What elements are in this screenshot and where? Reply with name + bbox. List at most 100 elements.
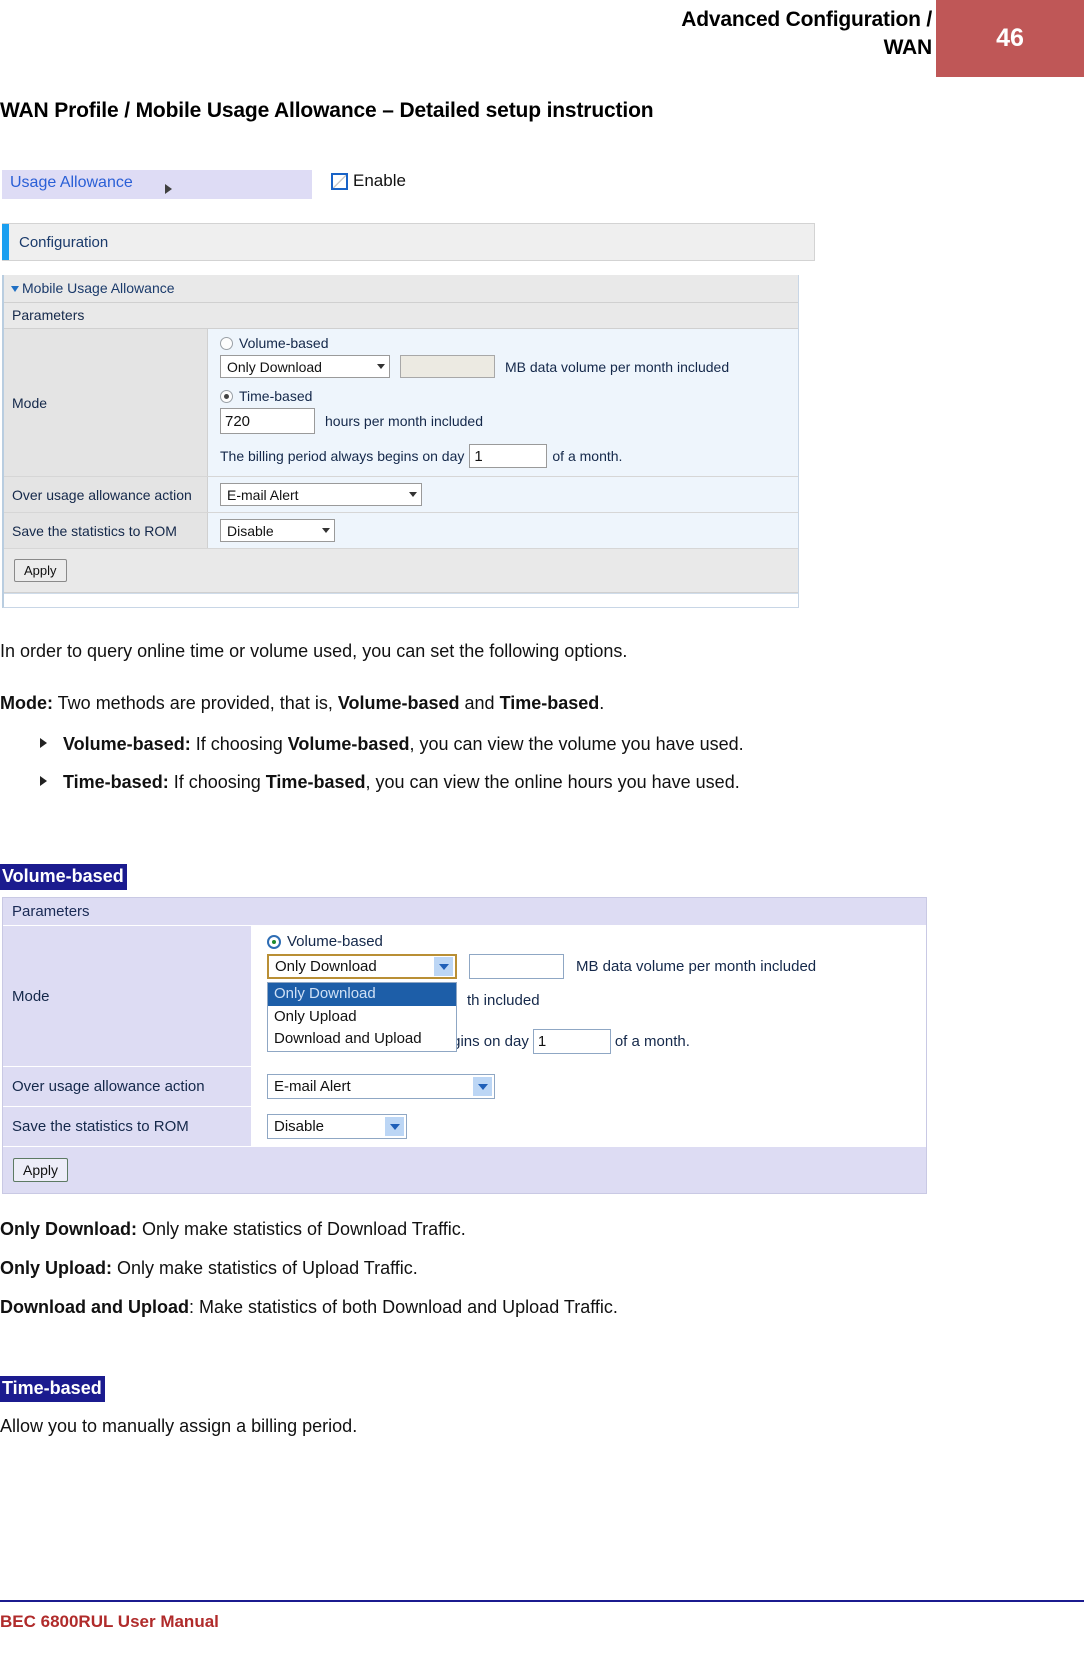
apply-row: Apply xyxy=(4,549,798,593)
apply-button[interactable]: Apply xyxy=(14,559,67,582)
mode-paragraph-b1: Volume-based xyxy=(337,693,460,713)
bullet1-text1: If choosing xyxy=(190,734,288,754)
bullet2-text2: , you can view the online hours you have… xyxy=(365,772,740,792)
footer-divider xyxy=(0,1600,1084,1602)
volume-based-heading: Volume-based xyxy=(0,864,127,890)
bullet-time-based: Time-based: If choosing Time-based, you … xyxy=(40,772,740,793)
volume-based-radio-2[interactable] xyxy=(267,934,281,949)
volume-based-radio[interactable] xyxy=(220,336,233,350)
time-hours-input[interactable]: 720 xyxy=(220,408,315,434)
definition-3-text: : Make statistics of both Download and U… xyxy=(189,1297,618,1317)
chevron-down-icon xyxy=(409,492,417,497)
usage-allowance-tab[interactable]: Usage Allowance xyxy=(2,170,312,199)
volume-settings-row-2: Only Download MB data volume per month i… xyxy=(267,954,926,979)
parameters-label-2: Parameters xyxy=(12,903,90,920)
parameters-bar-2: Parameters xyxy=(3,898,926,926)
page-title-line1: Advanced Configuration / xyxy=(681,8,932,31)
usage-allowance-tab-label: Usage Allowance xyxy=(10,174,133,191)
intro-paragraph: In order to query online time or volume … xyxy=(0,641,628,661)
bullet2-text1: If choosing xyxy=(168,772,266,792)
occluded-unit-text: th included xyxy=(467,991,540,1009)
bullet1-bold: Volume-based: xyxy=(63,734,191,754)
mode-controls: Volume-based Only Download MB data volum… xyxy=(208,329,798,476)
chevron-down-icon xyxy=(322,528,330,533)
mode-row-2: Mode Volume-based Only Download MB data … xyxy=(3,926,926,1067)
dropdown-option-only-upload[interactable]: Only Upload xyxy=(268,1006,456,1029)
volume-unit-text: MB data volume per month included xyxy=(505,358,730,375)
time-settings-row: 720 hours per month included xyxy=(220,408,798,434)
parameters-bar: Parameters xyxy=(4,303,798,329)
mode-paragraph-text2: and xyxy=(459,693,500,713)
over-usage-select-2[interactable]: E-mail Alert xyxy=(267,1074,495,1099)
triangle-down-icon xyxy=(11,286,19,292)
volume-mode-select[interactable]: Only Download xyxy=(220,355,390,378)
enable-checkbox-group[interactable]: Enable xyxy=(331,171,406,191)
configuration-bar: Configuration xyxy=(2,223,815,261)
over-usage-controls: E-mail Alert xyxy=(208,477,798,512)
enable-checkbox[interactable] xyxy=(331,172,348,190)
definition-2-term: Only Upload: xyxy=(0,1258,112,1278)
chevron-down-icon xyxy=(385,1117,404,1136)
time-based-radio[interactable] xyxy=(220,389,233,403)
billing-day-input[interactable]: 1 xyxy=(469,444,548,468)
bullet1-text2: , you can view the volume you have used. xyxy=(409,734,744,754)
parameters-label: Parameters xyxy=(12,307,85,323)
save-rom-row: Save the statistics to ROM Disable xyxy=(4,513,798,549)
arrow-right-icon xyxy=(165,184,172,194)
footer-text: BEC 6800RUL User Manual xyxy=(0,1612,219,1631)
screenshot-volume-based-form: Parameters Mode Volume-based Only Downlo… xyxy=(2,897,927,1194)
time-based-heading: Time-based xyxy=(0,1376,105,1402)
save-rom-select[interactable]: Disable xyxy=(220,519,335,542)
apply-row-2: Apply xyxy=(3,1147,926,1193)
time-unit-text: hours per month included xyxy=(325,413,483,429)
bullet-arrow-icon xyxy=(40,776,47,786)
page-title-line2: WAN xyxy=(883,36,933,60)
time-based-radio-group[interactable]: Time-based xyxy=(220,388,798,404)
definition-download-and-upload: Download and Upload: Make statistics of … xyxy=(0,1296,618,1319)
volume-mode-dropdown-list[interactable]: Only Download Only Upload Download and U… xyxy=(267,982,457,1052)
volume-mode-select-value: Only Download xyxy=(227,358,322,375)
save-rom-row-2: Save the statistics to ROM Disable xyxy=(3,1107,926,1147)
volume-mode-select-2[interactable]: Only Download xyxy=(267,954,457,979)
volume-amount-input[interactable] xyxy=(400,355,495,378)
mode-label: Mode xyxy=(4,329,208,476)
bullet-arrow-icon xyxy=(40,738,47,748)
over-usage-select[interactable]: E-mail Alert xyxy=(220,483,422,506)
volume-based-radio-label-2: Volume-based xyxy=(287,933,383,950)
chevron-down-icon xyxy=(377,364,385,369)
volume-based-radio-group[interactable]: Volume-based xyxy=(220,335,798,351)
section-title: WAN Profile / Mobile Usage Allowance – D… xyxy=(0,99,654,122)
volume-unit-text-2: MB data volume per month included xyxy=(576,958,817,975)
volume-mode-select-value-2: Only Download xyxy=(275,958,377,975)
billing-suffix-text: of a month. xyxy=(552,448,623,464)
billing-day-input-2[interactable]: 1 xyxy=(532,1029,611,1054)
over-usage-label-2: Over usage allowance action xyxy=(3,1067,253,1106)
enable-label: Enable xyxy=(353,171,406,190)
mode-paragraph-b2: Time-based xyxy=(499,693,600,713)
definition-1-text: Only make statistics of Download Traffic… xyxy=(137,1219,466,1239)
definition-1-term: Only Download: xyxy=(0,1219,137,1239)
bullet2-emphasis: Time-based xyxy=(265,772,366,792)
over-usage-label: Over usage allowance action xyxy=(4,477,208,512)
mobile-usage-allowance-bar[interactable]: Mobile Usage Allowance xyxy=(4,275,798,303)
panel-footer xyxy=(4,593,798,607)
billing-suffix-text-2: of a month. xyxy=(614,1033,690,1050)
mode-paragraph-text1: Two methods are provided, that is, xyxy=(53,693,338,713)
mode-paragraph-text3: . xyxy=(599,693,605,713)
over-usage-select-value-2: E-mail Alert xyxy=(274,1078,351,1095)
mode-label-2: Mode xyxy=(3,926,253,1066)
save-rom-label: Save the statistics to ROM xyxy=(4,513,208,548)
save-rom-controls: Disable xyxy=(208,513,798,548)
apply-button-2[interactable]: Apply xyxy=(13,1158,69,1182)
volume-amount-input-2[interactable] xyxy=(469,954,564,979)
volume-based-radio-group-2[interactable]: Volume-based xyxy=(267,933,926,950)
save-rom-label-2: Save the statistics to ROM xyxy=(3,1107,253,1146)
save-rom-select-2[interactable]: Disable xyxy=(267,1114,407,1139)
dropdown-option-download-and-upload[interactable]: Download and Upload xyxy=(268,1028,456,1051)
usage-allowance-header-row: Usage Allowance Enable xyxy=(0,165,830,201)
page-title: Advanced Configuration / WAN xyxy=(232,6,932,63)
time-based-radio-label: Time-based xyxy=(239,388,313,404)
dropdown-option-only-download[interactable]: Only Download xyxy=(268,983,456,1006)
mobile-usage-allowance-panel: Mobile Usage Allowance Parameters Mode V… xyxy=(2,275,799,608)
bullet1-emphasis: Volume-based xyxy=(287,734,410,754)
